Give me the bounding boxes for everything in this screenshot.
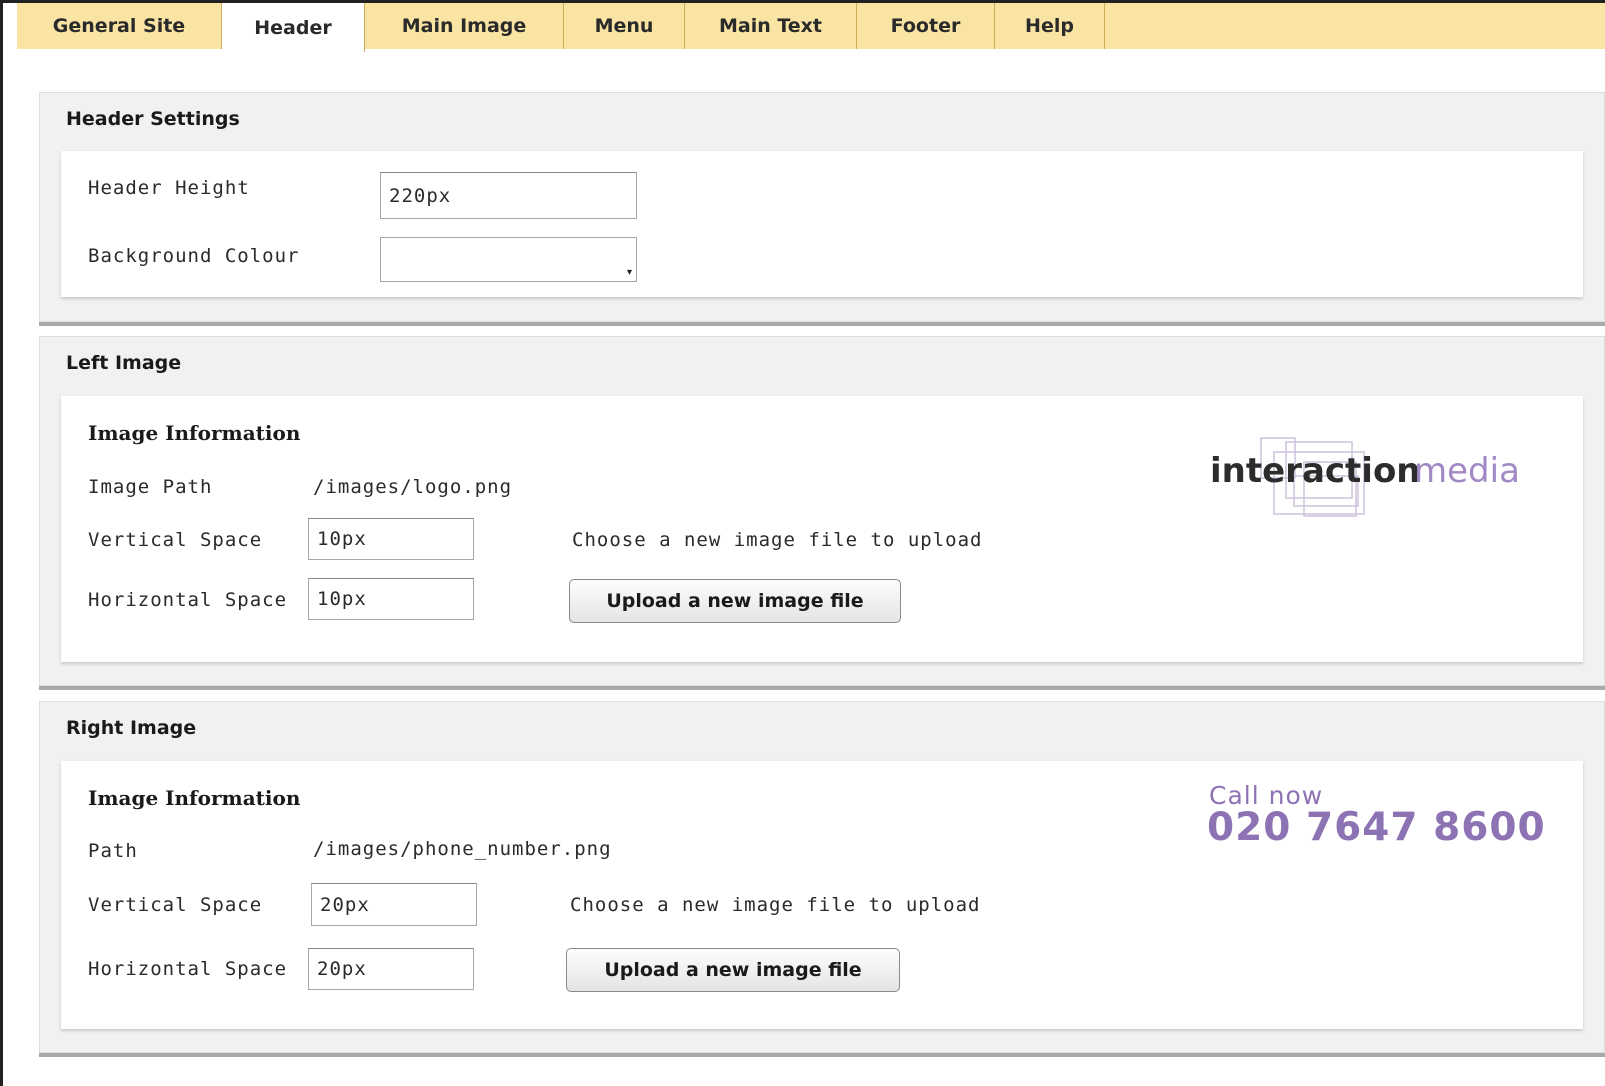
header-height-label: Header Height — [88, 177, 250, 199]
left-image-info-title: Image Information — [88, 421, 301, 445]
tab-main-text[interactable]: Main Text — [685, 3, 857, 49]
header-height-input[interactable] — [380, 172, 637, 219]
content-area: Header Settings Header Height Background… — [17, 49, 1605, 1086]
tab-menu[interactable]: Menu — [564, 3, 685, 49]
tab-help[interactable]: Help — [995, 3, 1105, 49]
right-image-path-value: /images/phone_number.png — [313, 838, 612, 860]
right-horizontal-space-label: Horizontal Space — [88, 958, 288, 980]
left-image-path-label: Image Path — [88, 476, 213, 498]
header-settings-body: Header Height Background Colour ▾ — [61, 151, 1583, 297]
header-settings-panel: Header Settings Header Height Background… — [39, 92, 1605, 322]
right-upload-hint: Choose a new image file to upload — [570, 894, 981, 916]
logo-text-light: media — [1414, 451, 1520, 491]
left-upload-button[interactable]: Upload a new image file — [569, 579, 901, 623]
tab-bar: General Site Header Main Image Menu Main… — [17, 3, 1605, 52]
background-colour-select[interactable]: ▾ — [380, 237, 637, 282]
left-image-title: Left Image — [66, 352, 182, 374]
tab-footer[interactable]: Footer — [857, 3, 995, 49]
left-horizontal-space-label: Horizontal Space — [88, 589, 288, 611]
right-vertical-space-input[interactable] — [311, 883, 477, 926]
right-horizontal-space-input[interactable] — [308, 948, 474, 990]
tab-header[interactable]: Header — [222, 3, 365, 52]
right-image-panel: Right Image Image Information Path /imag… — [39, 701, 1605, 1053]
right-image-info-title: Image Information — [88, 786, 301, 810]
right-vertical-space-label: Vertical Space — [88, 894, 263, 916]
tab-main-image[interactable]: Main Image — [365, 3, 564, 49]
left-vertical-space-input[interactable] — [308, 518, 474, 560]
left-horizontal-space-input[interactable] — [308, 578, 474, 620]
header-settings-title: Header Settings — [66, 108, 240, 130]
left-image-panel: Left Image Image Information Image Path … — [39, 336, 1605, 686]
phone-number-text: 020 7647 8600 — [1207, 805, 1546, 850]
right-upload-button[interactable]: Upload a new image file — [566, 948, 900, 992]
left-image-body: Image Information Image Path /images/log… — [61, 396, 1583, 662]
logo-text-bold: interaction — [1210, 451, 1421, 491]
left-image-path-value: /images/logo.png — [313, 476, 513, 498]
right-image-body: Image Information Path /images/phone_num… — [61, 761, 1583, 1029]
dropdown-arrow-icon: ▾ — [626, 267, 632, 278]
right-image-path-label: Path — [88, 840, 138, 862]
tab-general-site[interactable]: General Site — [17, 3, 222, 49]
left-vertical-space-label: Vertical Space — [88, 529, 263, 551]
interaction-media-logo: interaction media — [1210, 437, 1520, 517]
left-upload-hint: Choose a new image file to upload — [572, 529, 983, 551]
right-image-title: Right Image — [66, 717, 197, 739]
background-colour-label: Background Colour — [88, 245, 300, 267]
